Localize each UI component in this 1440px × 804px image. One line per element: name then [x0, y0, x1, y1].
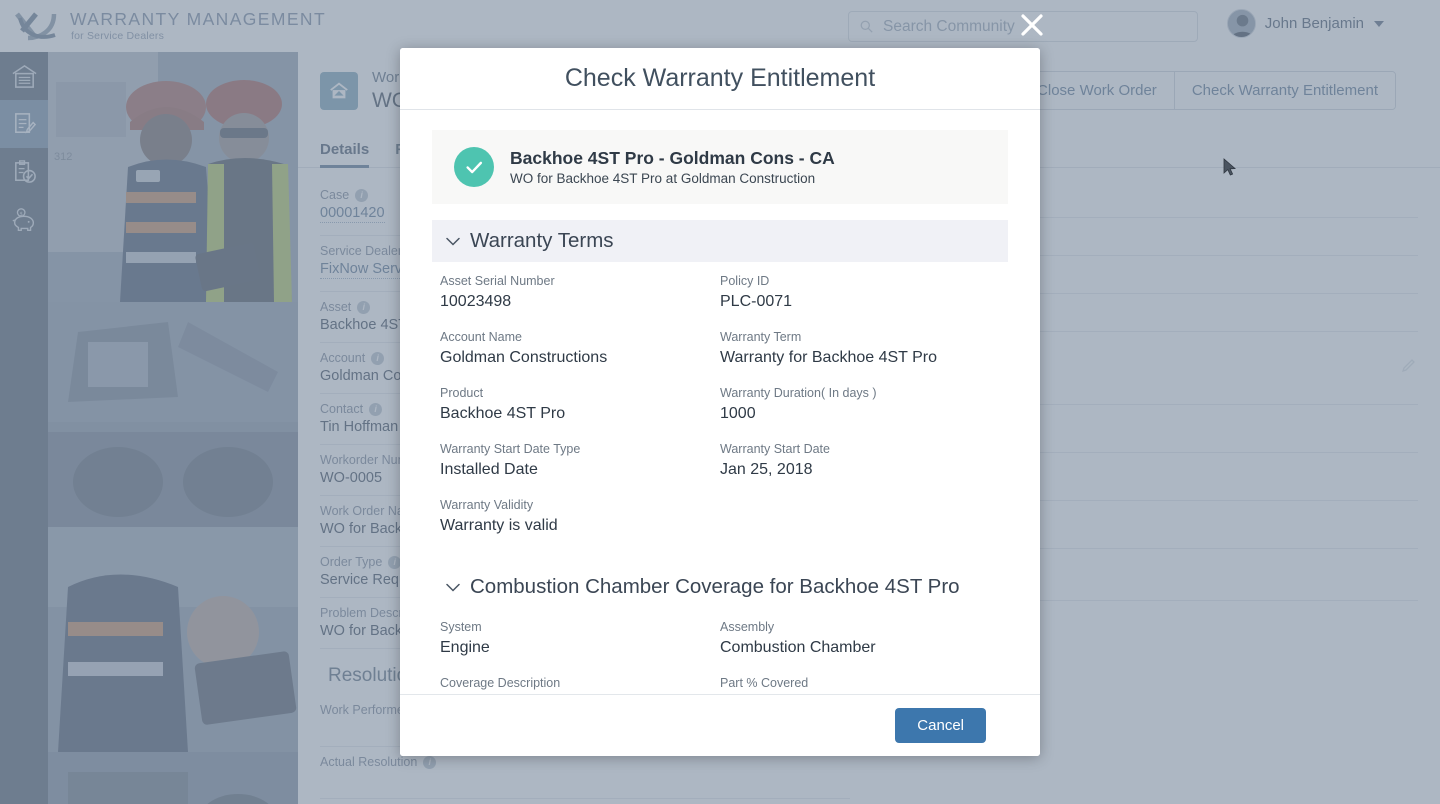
field-warranty-duration: Warranty Duration( In days ) 1000	[720, 386, 1000, 425]
warranty-terms-grid: Asset Serial Number 10023498 Account Nam…	[432, 274, 1008, 554]
section-title: Combustion Chamber Coverage for Backhoe …	[470, 575, 960, 599]
chevron-down-icon	[446, 583, 460, 592]
cancel-button[interactable]: Cancel	[895, 708, 986, 743]
field-label: Account Name	[440, 330, 522, 345]
mouse-cursor	[1223, 158, 1237, 176]
record-banner-subtitle: WO for Backhoe 4ST Pro at Goldman Constr…	[510, 171, 816, 186]
modal-body[interactable]: Backhoe 4ST Pro - Goldman Cons - CA WO f…	[400, 110, 1040, 694]
field-asset-serial-number: Asset Serial Number 10023498	[440, 274, 720, 313]
field-policy-id: Policy ID PLC-0071	[720, 274, 1000, 313]
field-system: System Engine	[440, 620, 720, 659]
field-label: System	[440, 620, 482, 635]
field-value: PLC-0071	[720, 293, 793, 310]
field-value: Backhoe 4ST Pro	[440, 405, 566, 423]
field-warranty-start-date: Warranty Start Date Jan 25, 2018	[720, 442, 1000, 481]
check-circle-icon	[454, 147, 494, 187]
combustion-coverage-col-right: Assembly Combustion Chamber Part % Cover…	[720, 620, 1000, 694]
warranty-terms-col-left: Asset Serial Number 10023498 Account Nam…	[440, 274, 720, 554]
section-title: Warranty Terms	[470, 229, 614, 252]
record-banner: Backhoe 4ST Pro - Goldman Cons - CA WO f…	[432, 130, 1008, 204]
warranty-terms-col-right: Policy ID PLC-0071 Warranty Term Warrant…	[720, 274, 1000, 554]
modal-title: Check Warranty Entitlement	[564, 64, 876, 92]
field-label: Asset Serial Number	[440, 274, 555, 288]
field-label: Warranty Start Date	[720, 442, 830, 457]
modal-header: Check Warranty Entitlement	[400, 48, 1040, 110]
field-value: Warranty is valid	[440, 517, 558, 535]
field-product: Product Backhoe 4ST Pro	[440, 386, 720, 425]
field-value: 10023498	[440, 293, 512, 310]
field-value: Warranty for Backhoe 4ST Pro	[720, 349, 937, 367]
field-account-name: Account Name Goldman Constructions	[440, 330, 720, 369]
field-label: Product	[440, 386, 484, 401]
field-coverage-description: Coverage Description Combustion Chamber …	[440, 676, 720, 694]
field-value: Installed Date	[440, 461, 538, 479]
field-value: Engine	[440, 639, 490, 657]
field-warranty-term: Warranty Term Warranty for Backhoe 4ST P…	[720, 330, 1000, 369]
section-header-combustion-chamber-coverage[interactable]: Combustion Chamber Coverage for Backhoe …	[432, 566, 1008, 608]
field-label: Warranty Validity	[440, 498, 534, 513]
field-label: Assembly	[720, 620, 775, 635]
field-warranty-validity: Warranty Validity Warranty is valid	[440, 498, 720, 537]
combustion-coverage-grid: System Engine Coverage Description Combu…	[432, 620, 1008, 694]
field-value: Goldman Constructions	[440, 349, 608, 367]
chevron-down-icon	[446, 237, 460, 246]
section-header-warranty-terms[interactable]: Warranty Terms	[432, 220, 1008, 262]
field-label: Warranty Start Date Type	[440, 442, 581, 457]
field-part-percent-covered: Part % Covered 90	[720, 676, 1000, 694]
field-label: Warranty Term	[720, 330, 802, 345]
combustion-coverage-col-left: System Engine Coverage Description Combu…	[440, 620, 720, 694]
record-banner-title: Backhoe 4ST Pro - Goldman Cons - CA	[510, 148, 835, 168]
field-label: Policy ID	[720, 274, 770, 288]
field-label: Coverage Description	[440, 676, 561, 691]
field-value: Combustion Chamber	[720, 639, 876, 657]
field-warranty-start-date-type: Warranty Start Date Type Installed Date	[440, 442, 720, 481]
field-value: Combustion Chamber Coverage for Backhoe …	[440, 693, 690, 694]
field-label: Warranty Duration( In days )	[720, 386, 877, 401]
field-value: Jan 25, 2018	[720, 461, 813, 479]
field-label: Part % Covered	[720, 676, 809, 691]
close-icon[interactable]	[1018, 11, 1046, 39]
field-value: 1000	[720, 405, 756, 423]
modal-footer: Cancel	[400, 694, 1040, 756]
field-value: 90	[720, 693, 1000, 694]
field-assembly: Assembly Combustion Chamber	[720, 620, 1000, 659]
check-warranty-entitlement-modal: Check Warranty Entitlement Backhoe 4ST P…	[400, 48, 1040, 756]
